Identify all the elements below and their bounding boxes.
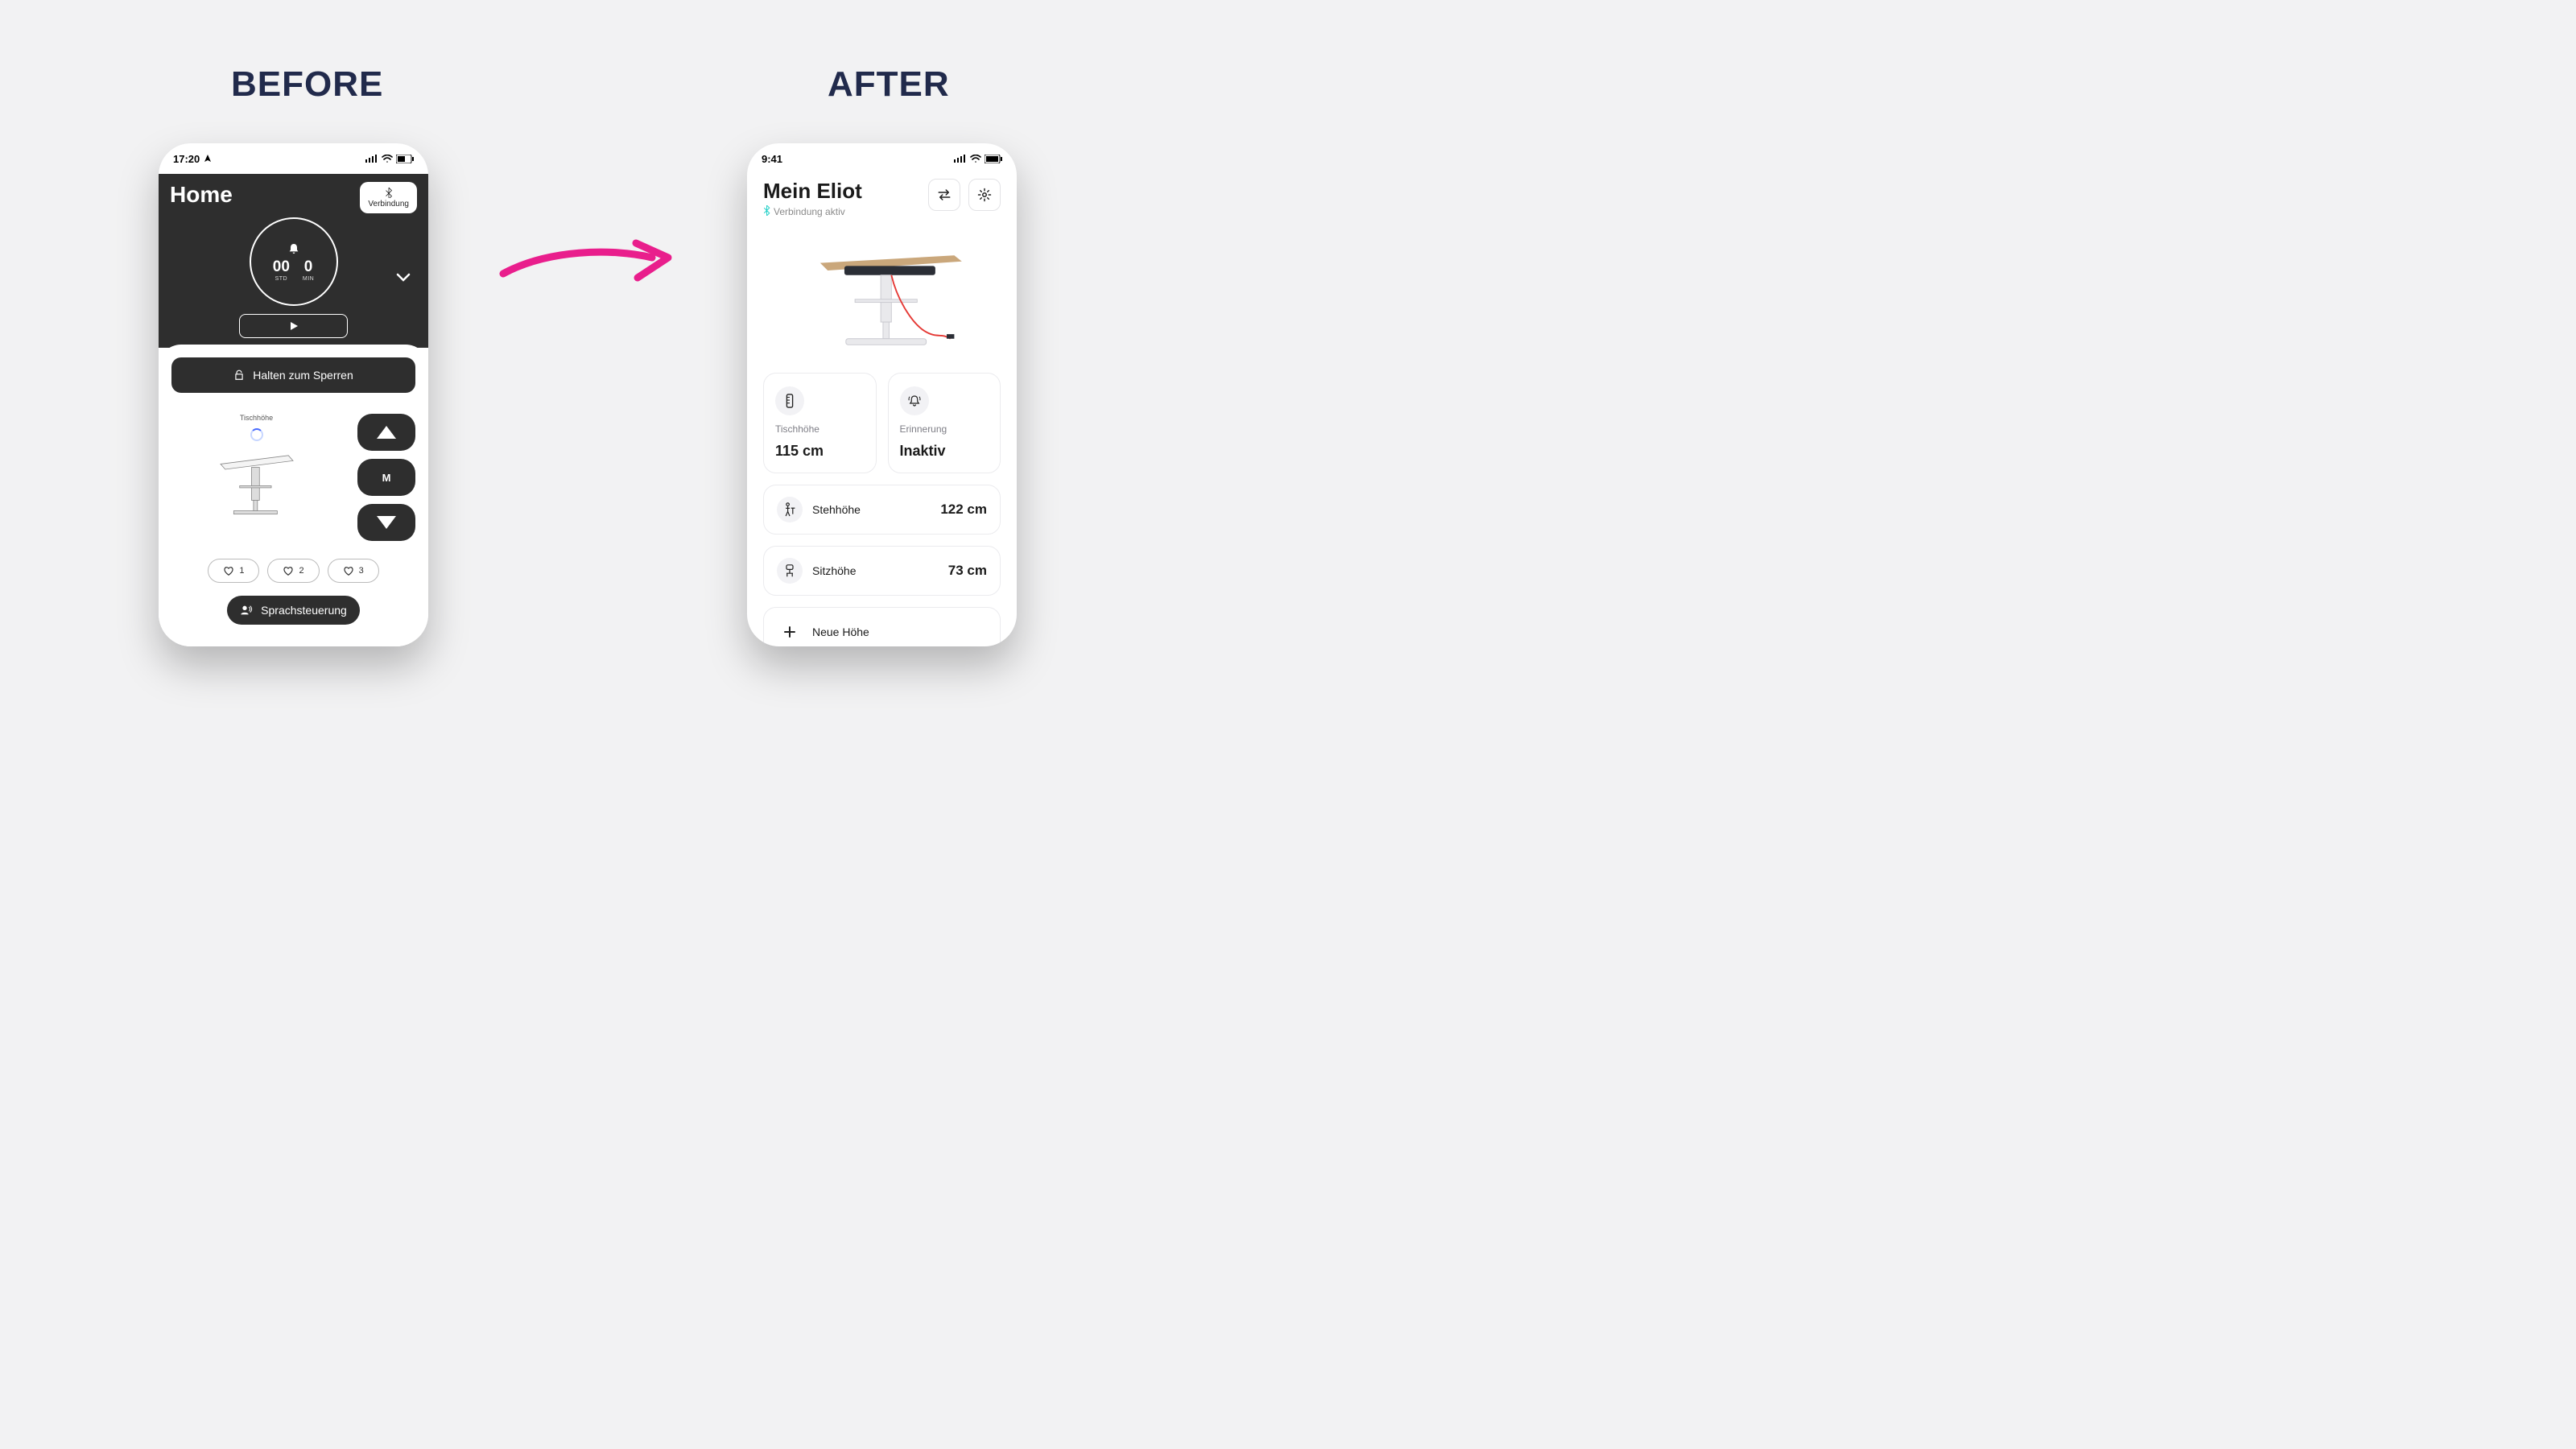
desk-hero-image bbox=[790, 233, 975, 361]
page-title: Mein Eliot bbox=[763, 179, 862, 204]
battery-icon bbox=[985, 155, 1002, 163]
connection-button[interactable]: Verbindung bbox=[360, 182, 417, 213]
transition-arrow-icon bbox=[499, 233, 676, 290]
reminder-card-label: Erinnerung bbox=[900, 423, 989, 435]
before-phone-frame: 17:20 Home Verbindung 00 STD 0 MIN bbox=[159, 143, 428, 646]
sit-height-row[interactable]: Sitzhöhe 73 cm bbox=[763, 546, 1001, 596]
before-headline: BEFORE bbox=[231, 64, 383, 105]
location-icon bbox=[203, 154, 213, 163]
voice-control-label: Sprachsteuerung bbox=[261, 604, 347, 617]
connection-status-label: Verbindung aktiv bbox=[774, 206, 845, 217]
connection-label: Verbindung bbox=[368, 200, 409, 208]
triangle-down-icon bbox=[377, 516, 396, 529]
bell-ring-icon bbox=[900, 386, 929, 415]
desk-height-display: Tischhöhe bbox=[171, 414, 341, 541]
reminder-card-value: Inaktiv bbox=[900, 443, 989, 460]
lock-button[interactable]: Halten zum Sperren bbox=[171, 357, 415, 393]
person-standing-icon bbox=[777, 497, 803, 522]
sit-height-value: 73 cm bbox=[948, 563, 987, 579]
wifi-icon bbox=[970, 155, 981, 163]
play-button[interactable] bbox=[239, 314, 348, 338]
memory-button-label: M bbox=[382, 472, 391, 484]
favorite-label: 2 bbox=[299, 566, 303, 576]
triangle-up-icon bbox=[377, 426, 396, 439]
height-card-label: Tischhöhe bbox=[775, 423, 865, 435]
plus-icon bbox=[777, 619, 803, 645]
new-height-row[interactable]: Neue Höhe bbox=[763, 607, 1001, 646]
wifi-icon bbox=[382, 155, 393, 163]
after-headline: AFTER bbox=[828, 64, 950, 105]
lower-button[interactable] bbox=[357, 504, 415, 541]
battery-icon bbox=[396, 155, 414, 163]
signal-icon bbox=[365, 155, 378, 163]
sit-height-label: Sitzhöhe bbox=[812, 564, 939, 577]
heart-icon bbox=[343, 565, 354, 576]
ruler-icon bbox=[775, 386, 804, 415]
timer-hours-label: STD bbox=[273, 276, 290, 282]
favorite-preset-1[interactable]: 1 bbox=[208, 559, 259, 583]
stand-height-label: Stehhöhe bbox=[812, 503, 931, 516]
bell-icon bbox=[287, 242, 300, 255]
stand-height-value: 122 cm bbox=[940, 502, 987, 518]
loading-spinner-icon bbox=[250, 428, 263, 441]
timer-circle[interactable]: 00 STD 0 MIN bbox=[250, 217, 338, 306]
desk-icon bbox=[217, 448, 297, 520]
chevron-down-icon[interactable] bbox=[396, 272, 411, 287]
heart-icon bbox=[223, 565, 234, 576]
lock-label: Halten zum Sperren bbox=[253, 369, 353, 382]
status-time: 9:41 bbox=[762, 153, 782, 165]
raise-button[interactable] bbox=[357, 414, 415, 451]
new-height-label: Neue Höhe bbox=[812, 625, 987, 638]
play-icon bbox=[289, 321, 299, 331]
voice-icon bbox=[240, 604, 253, 617]
memory-button[interactable]: M bbox=[357, 459, 415, 496]
status-time: 17:20 bbox=[173, 153, 200, 165]
chair-icon bbox=[777, 558, 803, 584]
after-phone-frame: 9:41 Mein Eliot Verbindung aktiv bbox=[747, 143, 1017, 646]
reminder-card[interactable]: Erinnerung Inaktiv bbox=[888, 373, 1001, 473]
gear-icon bbox=[977, 188, 992, 202]
favorite-preset-3[interactable]: 3 bbox=[328, 559, 379, 583]
height-card-value: 115 cm bbox=[775, 443, 865, 460]
favorite-preset-2[interactable]: 2 bbox=[267, 559, 319, 583]
before-body-panel: Halten zum Sperren Tischhöhe M bbox=[159, 345, 428, 646]
height-card[interactable]: Tischhöhe 115 cm bbox=[763, 373, 877, 473]
timer-hours: 00 bbox=[273, 258, 290, 276]
lock-open-icon bbox=[233, 369, 245, 381]
before-header-panel: Home Verbindung 00 STD 0 MIN bbox=[159, 174, 428, 348]
desk-height-label: Tischhöhe bbox=[240, 414, 273, 422]
stand-height-row[interactable]: Stehhöhe 122 cm bbox=[763, 485, 1001, 535]
signal-icon bbox=[954, 155, 967, 163]
favorite-label: 1 bbox=[239, 566, 244, 576]
bluetooth-icon bbox=[383, 187, 394, 198]
timer-mins-label: MIN bbox=[303, 276, 314, 282]
heart-icon bbox=[283, 565, 294, 576]
settings-button[interactable] bbox=[968, 179, 1001, 211]
timer-mins: 0 bbox=[303, 258, 314, 276]
voice-control-button[interactable]: Sprachsteuerung bbox=[227, 596, 360, 625]
swap-device-button[interactable] bbox=[928, 179, 960, 211]
favorite-label: 3 bbox=[359, 566, 364, 576]
status-bar: 17:20 bbox=[159, 143, 428, 174]
swap-icon bbox=[937, 189, 952, 200]
status-bar: 9:41 bbox=[747, 143, 1017, 174]
connection-status: Verbindung aktiv bbox=[763, 205, 862, 218]
bluetooth-icon bbox=[763, 205, 770, 218]
